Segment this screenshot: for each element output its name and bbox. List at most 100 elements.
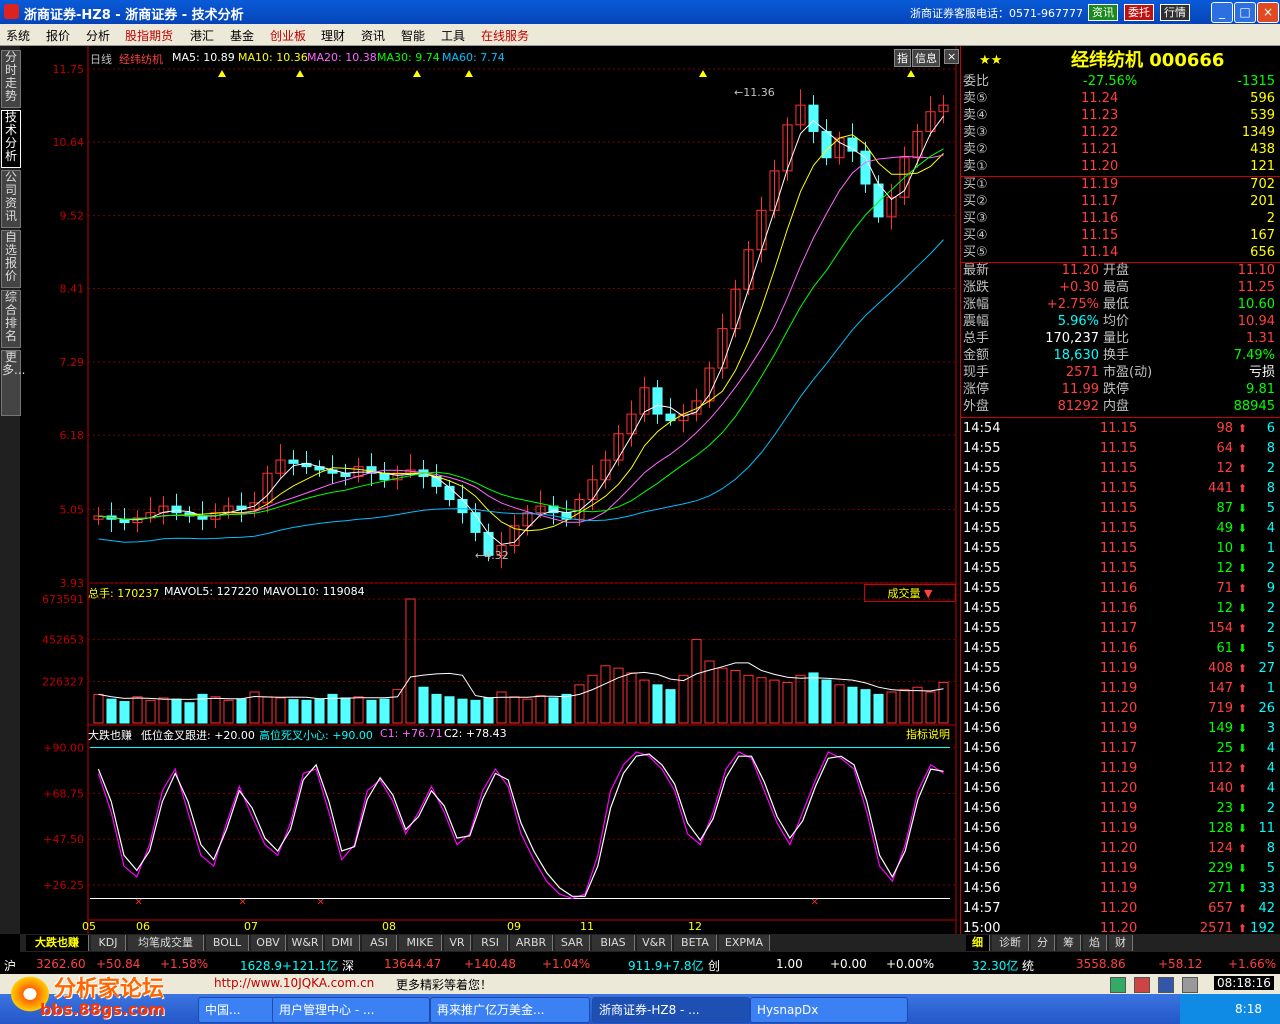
indicator-tab[interactable]: BIAS: [592, 935, 635, 951]
info-panel-button[interactable]: 信息: [912, 49, 940, 67]
ask-row[interactable]: 卖③ 11.22 1349: [963, 124, 1279, 141]
tick-row[interactable]: 14:56 11.19 229 ⬇ 5: [963, 859, 1279, 879]
bid-row[interactable]: 买④ 11.15 167: [963, 227, 1279, 244]
menu-news[interactable]: 资讯: [361, 27, 385, 44]
tray-icon[interactable]: [1158, 977, 1174, 993]
menu-online-service[interactable]: 在线服务: [481, 27, 529, 44]
indicator-tab[interactable]: DMI: [325, 935, 360, 951]
task-item[interactable]: 再来推广亿万美金...: [430, 997, 590, 1023]
indicator-tab[interactable]: OBV: [251, 935, 286, 951]
site-link[interactable]: http://www.10JQKA.com.cn: [214, 976, 374, 990]
indicator-help-button[interactable]: 指标说明: [906, 726, 950, 742]
tab-company-info[interactable]: 公司资讯: [1, 170, 21, 228]
tick-row[interactable]: 14:55 11.19 408 ⬆ 27: [963, 659, 1279, 679]
tick-row[interactable]: 14:55 11.15 49 ⬇ 4: [963, 519, 1279, 539]
bid-row[interactable]: 买③ 11.16 2: [963, 210, 1279, 227]
indicator-tab[interactable]: RSI: [473, 935, 508, 951]
tick-row[interactable]: 14:55 11.17 154 ⬆ 2: [963, 619, 1279, 639]
index-button[interactable]: 指: [894, 49, 911, 67]
ask-row[interactable]: 卖② 11.21 438: [963, 141, 1279, 158]
order-button[interactable]: 委托: [1124, 4, 1154, 21]
tab-intraday[interactable]: 分时走势: [1, 50, 21, 108]
bid-label: 买⑤: [963, 245, 988, 260]
bid-row[interactable]: 买② 11.17 201: [963, 193, 1279, 210]
tick-row[interactable]: 14:56 11.20 140 ⬆ 4: [963, 779, 1279, 799]
minimize-icon[interactable]: _: [1211, 2, 1233, 23]
menu-finance[interactable]: 理财: [321, 27, 345, 44]
ask-row[interactable]: 卖④ 11.23 539: [963, 107, 1279, 124]
quote-button[interactable]: 行情: [1160, 4, 1190, 21]
technical-chart[interactable]: 11.75 10.64 9.52 8.41 7.29 6.18 5.05 3.93 673591…: [20, 46, 960, 934]
tab-watchlist[interactable]: 自选报价: [1, 230, 21, 288]
right-tab[interactable]: 筹: [1057, 935, 1081, 951]
tick-row[interactable]: 14:56 11.19 149 ⬇ 3: [963, 719, 1279, 739]
tick-row[interactable]: 14:56 11.19 147 ⬆ 1: [963, 679, 1279, 699]
right-tab[interactable]: 焰: [1083, 935, 1107, 951]
tick-row[interactable]: 14:56 11.19 112 ⬆ 4: [963, 759, 1279, 779]
tick-row[interactable]: 14:55 11.15 87 ⬇ 5: [963, 499, 1279, 519]
task-item[interactable]: 中国...: [198, 997, 276, 1023]
indicator-tab[interactable]: MIKE: [399, 935, 442, 951]
tick-row[interactable]: 14:56 11.20 124 ⬆ 8: [963, 839, 1279, 859]
indicator-tab[interactable]: EXPMA: [719, 935, 770, 951]
tick-row[interactable]: 14:55 11.16 71 ⬆ 9: [963, 579, 1279, 599]
close-icon[interactable]: ×: [1257, 2, 1279, 23]
tick-row[interactable]: 14:56 11.19 128 ⬇ 11: [963, 819, 1279, 839]
tray-icon[interactable]: [1110, 977, 1126, 993]
right-tab[interactable]: 分: [1031, 935, 1055, 951]
tick-row[interactable]: 14:55 11.16 12 ⬇ 2: [963, 599, 1279, 619]
tick-row[interactable]: 14:55 11.15 10 ⬇ 1: [963, 539, 1279, 559]
indicator-tab[interactable]: W&R: [288, 935, 323, 951]
menu-hk[interactable]: 港汇: [190, 27, 214, 44]
tray-icon[interactable]: [1182, 977, 1198, 993]
indicator-tab[interactable]: 大跌也赚: [26, 935, 89, 951]
task-item[interactable]: 用户管理中心 - ...: [272, 997, 430, 1023]
chart-close-icon[interactable]: ×: [944, 49, 960, 64]
menu-smart[interactable]: 智能: [401, 27, 425, 44]
ask-row[interactable]: 卖⑤ 11.24 596: [963, 90, 1279, 107]
tab-more[interactable]: 更多...: [1, 350, 25, 416]
right-tab[interactable]: 财: [1109, 935, 1133, 951]
info-button[interactable]: 资讯: [1088, 4, 1118, 21]
tick-row[interactable]: 14:56 11.19 271 ⬇ 33: [963, 879, 1279, 899]
menu-fund[interactable]: 基金: [230, 27, 254, 44]
indicator-tab[interactable]: VR: [444, 935, 471, 951]
right-tab[interactable]: 诊断: [992, 935, 1029, 951]
tab-ranking[interactable]: 综合排名: [1, 290, 21, 348]
volume-indicator-select[interactable]: 成交量 ▼: [864, 584, 956, 602]
maximize-icon[interactable]: □: [1234, 2, 1256, 23]
indicator-tab[interactable]: SAR: [555, 935, 590, 951]
bid-row[interactable]: 买⑤ 11.14 656: [963, 244, 1279, 261]
tick-row[interactable]: 14:55 11.15 441 ⬆ 8: [963, 479, 1279, 499]
menu-tools[interactable]: 工具: [441, 27, 465, 44]
indicator-tab[interactable]: V&R: [637, 935, 672, 951]
tick-row[interactable]: 14:57 11.20 657 ⬆ 42: [963, 899, 1279, 919]
menu-quote[interactable]: 报价: [46, 27, 70, 44]
tab-technical[interactable]: 技术分析: [1, 110, 21, 168]
menu-gem[interactable]: 创业板: [270, 27, 306, 44]
tray-icon[interactable]: [1134, 977, 1150, 993]
tick-row[interactable]: 14:55 11.15 12 ⬆ 2: [963, 459, 1279, 479]
tick-row[interactable]: 14:56 11.17 25 ⬇ 4: [963, 739, 1279, 759]
menu-analysis[interactable]: 分析: [86, 27, 110, 44]
indicator-tab[interactable]: ASI: [362, 935, 397, 951]
tick-row[interactable]: 14:55 11.15 12 ⬇ 2: [963, 559, 1279, 579]
indicator-tab[interactable]: 均笔成交量: [128, 935, 204, 951]
ask-row[interactable]: 卖① 11.20 121: [963, 158, 1279, 175]
menu-index-futures[interactable]: 股指期货: [125, 27, 173, 44]
indicator-tab[interactable]: BETA: [674, 935, 717, 951]
indicator-tab[interactable]: KDJ: [91, 935, 126, 951]
tick-row[interactable]: 14:55 11.15 64 ⬆ 8: [963, 439, 1279, 459]
bid-row[interactable]: 买① 11.19 702: [963, 176, 1279, 193]
right-tab[interactable]: 细: [966, 935, 990, 951]
tick-row[interactable]: 14:56 11.20 719 ⬆ 26: [963, 699, 1279, 719]
tick-row[interactable]: 14:55 11.16 61 ⬇ 5: [963, 639, 1279, 659]
task-item-active[interactable]: 浙商证券-HZ8 - ...: [592, 997, 750, 1023]
volume-bar-up: [938, 681, 949, 724]
tick-row[interactable]: 14:54 11.15 98 ⬆ 6: [963, 419, 1279, 439]
menu-system[interactable]: 系统: [6, 27, 30, 44]
tick-row[interactable]: 14:56 11.19 23 ⬇ 2: [963, 799, 1279, 819]
indicator-tab[interactable]: BOLL: [206, 935, 249, 951]
indicator-tab[interactable]: ARBR: [510, 935, 553, 951]
task-item[interactable]: HysnapDx: [750, 997, 908, 1023]
